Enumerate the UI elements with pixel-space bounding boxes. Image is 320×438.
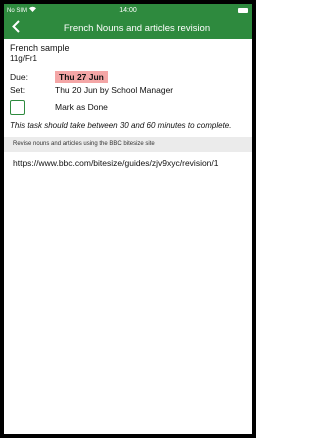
battery-icon (238, 8, 248, 13)
set-info: Thu 20 Jun by School Manager (55, 84, 174, 95)
description-bar: Revise nouns and articles using the BBC … (4, 137, 252, 152)
duration-note: This task should take between 30 and 60 … (10, 121, 232, 130)
app-screen: No SIM 14:00 French Nouns and articles r… (4, 4, 252, 434)
due-date-badge: Thu 27 Jun (55, 70, 108, 83)
task-details: French sample 11g/Fr1 Due: Thu 27 Jun Se… (4, 39, 252, 168)
page-title: French Nouns and articles revision (63, 23, 211, 34)
set-row: Set: Thu 20 Jun by School Manager (10, 83, 246, 96)
phone-frame: No SIM 14:00 French Nouns and articles r… (0, 0, 256, 438)
set-label: Set: (10, 84, 26, 95)
due-row: Due: Thu 27 Jun (10, 70, 246, 83)
due-label: Due: (10, 71, 28, 82)
class-group: 11g/Fr1 (10, 54, 37, 63)
resource-link[interactable]: https://www.bbc.com/bitesize/guides/zjv9… (10, 158, 242, 168)
mark-done-checkbox[interactable] (10, 99, 25, 115)
mark-done-label[interactable]: Mark as Done (55, 102, 108, 112)
status-time: 14:00 (119, 7, 137, 14)
nav-bar: French Nouns and articles revision (4, 18, 252, 39)
subject-name: French sample (10, 43, 70, 53)
status-bar: No SIM 14:00 (4, 4, 252, 18)
mark-done-row[interactable]: Mark as Done (10, 97, 246, 117)
